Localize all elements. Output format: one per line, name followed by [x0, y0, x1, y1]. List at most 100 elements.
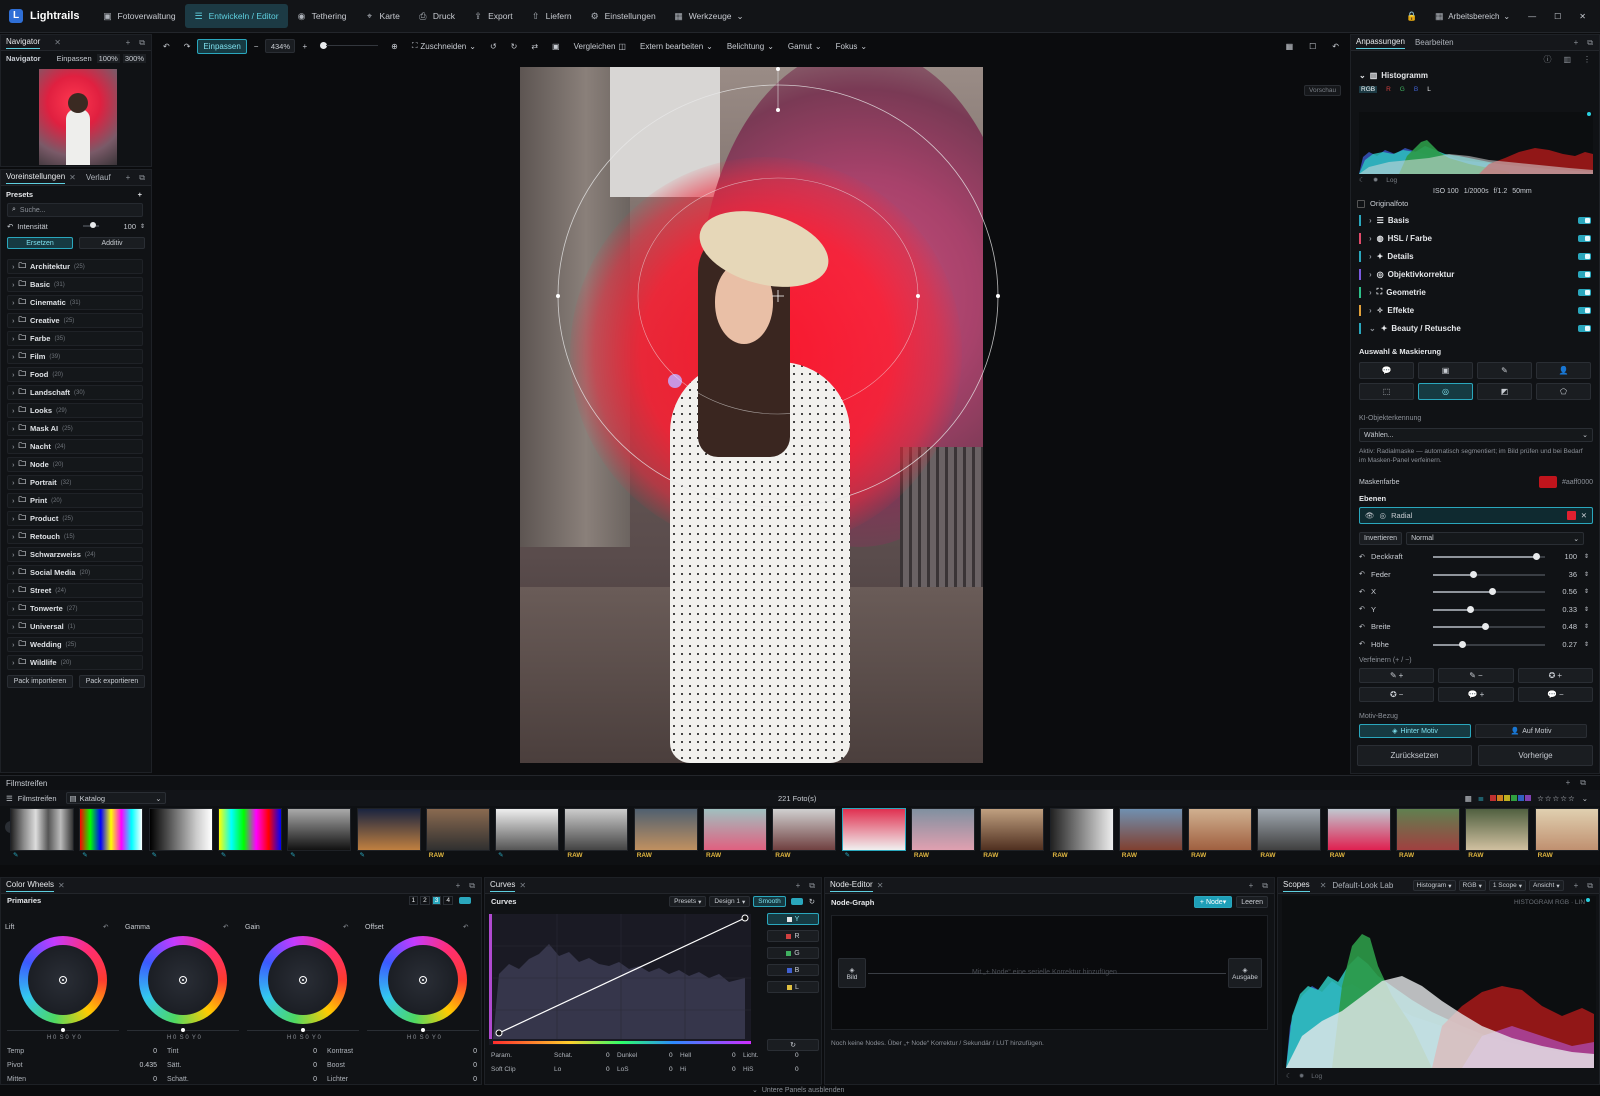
histogram-clip-marker[interactable] — [1587, 112, 1591, 116]
curve-param-value[interactable]: 0 — [795, 1066, 799, 1073]
preset-folder[interactable]: › 🗀 Wildlife (20) — [7, 655, 143, 670]
tab-history[interactable]: Verlauf — [86, 173, 111, 182]
param-value[interactable]: 0 — [427, 1048, 477, 1055]
slider-track[interactable] — [1433, 570, 1545, 578]
chevron-down-icon[interactable]: ⌄ — [1359, 71, 1366, 80]
tab-edit[interactable]: Bearbeiten — [1415, 38, 1454, 47]
filmstrip-thumbnail[interactable]: RAW — [1465, 808, 1530, 859]
filmstrip-thumbnail[interactable]: ✎ — [356, 808, 421, 859]
person-tool-button[interactable]: 👤 — [1536, 362, 1591, 379]
preset-folder[interactable]: › 🗀 Portrait (32) — [7, 475, 143, 490]
preset-folder[interactable]: › 🗀 Mask AI (25) — [7, 421, 143, 436]
color-label-filter[interactable] — [1490, 795, 1497, 801]
close-icon[interactable]: ✕ — [54, 38, 61, 47]
nav-liefern[interactable]: ⇧ Liefern — [522, 4, 581, 28]
filmstrip-thumbnail[interactable]: RAW — [980, 808, 1045, 859]
input-node[interactable]: ◈ Bild — [838, 958, 866, 988]
search-field[interactable]: ⌕ Suche... — [7, 203, 143, 217]
chevron-down-icon[interactable]: ⌄ — [1582, 794, 1588, 803]
tab-scopes[interactable]: Scopes — [1283, 880, 1310, 892]
scope-space-select[interactable]: RGB ▾ — [1458, 880, 1486, 891]
mask-handle-top-outer[interactable] — [776, 67, 780, 71]
wheels-toggle[interactable] — [459, 897, 471, 904]
chevron-right-icon[interactable]: › — [12, 640, 15, 649]
slider-track[interactable] — [1433, 623, 1545, 630]
add-icon[interactable]: + — [126, 38, 131, 48]
minimize-icon[interactable]: — — [1528, 12, 1536, 21]
reset-icon[interactable]: ↻ — [809, 897, 815, 906]
rect-tool-button[interactable]: ⬚ — [1359, 383, 1414, 400]
tab-adjustments[interactable]: Anpassungen — [1356, 37, 1405, 49]
slider-knob[interactable] — [1459, 640, 1467, 648]
refine-button[interactable]: ✎ − — [1438, 668, 1514, 683]
behind-subject-button[interactable]: ◈ Hinter Motiv — [1359, 724, 1471, 738]
add-node-button[interactable]: + Node ▾ — [1193, 896, 1233, 908]
brush-tool-button[interactable]: ✎ — [1477, 362, 1532, 379]
nav-werkzeuge[interactable]: ▦ Werkzeuge ⌄ — [665, 4, 753, 28]
popout-icon[interactable]: ⧉ — [809, 881, 815, 891]
filmstrip-thumbnail[interactable]: ✎ — [10, 808, 74, 859]
chevron-right-icon[interactable]: › — [12, 604, 15, 613]
layer-radial[interactable]: 👁 ◎ Radial ✕ — [1359, 507, 1593, 524]
param-value[interactable]: 0 — [267, 1062, 317, 1069]
sun-icon[interactable]: ✹ — [1373, 176, 1378, 184]
slider-track[interactable] — [1433, 640, 1545, 648]
reset-icon[interactable]: ↶ — [343, 923, 348, 931]
preset-folder[interactable]: › 🗀 Film (39) — [7, 349, 143, 364]
color-label-filter[interactable] — [1518, 795, 1525, 801]
clear-nodes-button[interactable]: Leeren — [1236, 896, 1268, 908]
moon-icon[interactable]: ☾ — [1286, 1072, 1292, 1080]
filmstrip-thumbnail[interactable]: ✎ — [287, 808, 352, 859]
histogram-channel-b[interactable]: B — [1414, 86, 1418, 93]
add-icon[interactable]: + — [1574, 881, 1579, 891]
exposure-menu[interactable]: Belichtung ⌄ — [720, 42, 781, 51]
scope-view-select[interactable]: Ansicht ▾ — [1529, 880, 1564, 891]
additive-button[interactable]: Additiv — [79, 237, 145, 249]
param-value[interactable]: 0 — [107, 1048, 157, 1055]
wheel-page-button[interactable]: 3 — [431, 896, 442, 905]
add-icon[interactable]: + — [126, 173, 131, 183]
preset-folder[interactable]: › 🗀 Farbe (35) — [7, 331, 143, 346]
filmstrip-thumbnail[interactable]: RAW — [703, 808, 767, 859]
filmstrip-thumbnail[interactable]: RAW — [1326, 808, 1391, 859]
import-pack-button[interactable]: Pack importieren — [7, 675, 73, 688]
chevron-right-icon[interactable]: › — [12, 280, 15, 289]
output-node[interactable]: ◈ Ausgabe — [1228, 958, 1262, 988]
chevron-right-icon[interactable]: › — [12, 370, 15, 379]
fit-button[interactable]: Einpassen — [197, 38, 247, 54]
param-value[interactable]: 0 — [427, 1076, 477, 1083]
section-basis[interactable]: › ☰ Basis — [1351, 211, 1599, 229]
chevron-right-icon[interactable]: › — [12, 568, 15, 577]
rating-filter[interactable]: ☆☆☆☆☆ — [1537, 794, 1576, 803]
sun-icon[interactable]: ✹ — [1299, 1072, 1304, 1080]
close-icon[interactable]: ✕ — [58, 881, 65, 890]
tab-node-editor[interactable]: Node-Editor — [830, 880, 873, 892]
reset-icon[interactable]: ↶ — [223, 923, 228, 931]
filmstrip-thumbnail[interactable]: RAW — [910, 808, 975, 859]
section-objektivkorrektur[interactable]: › ◎ Objektivkorrektur — [1351, 265, 1599, 283]
wheel-puck[interactable] — [179, 976, 187, 984]
color-wheel-lift[interactable] — [19, 936, 107, 1024]
preset-folder[interactable]: › 🗀 Architektur (25) — [7, 259, 143, 274]
filmstrip-thumbnail[interactable]: ✎ — [79, 808, 144, 859]
intensity-knob[interactable] — [89, 222, 96, 228]
replace-button[interactable]: Ersetzen — [7, 237, 73, 249]
grid-view-icon[interactable]: ▦ — [1465, 794, 1472, 803]
wheel-puck[interactable] — [59, 976, 67, 984]
curve-param-value[interactable]: 0 — [606, 1052, 610, 1059]
polygon-tool-button[interactable]: ⬠ — [1536, 383, 1591, 400]
param-value[interactable]: 0 — [267, 1076, 317, 1083]
magnify-icon[interactable]: ⊕ — [384, 42, 405, 51]
curve-channel-y[interactable]: Y — [767, 913, 819, 925]
preset-folder[interactable]: › 🗀 Product (25) — [7, 511, 143, 526]
reset-icon[interactable]: ↶ — [1359, 570, 1365, 578]
node-canvas[interactable]: ◈ Bild Mit „+ Node“ eine serielle Korrekt… — [831, 915, 1268, 1030]
invert-button[interactable]: Invertieren — [1359, 532, 1403, 545]
add-icon[interactable]: + — [1249, 881, 1254, 891]
chevron-right-icon[interactable]: › — [12, 532, 15, 541]
rotate-left-icon[interactable]: ↺ — [483, 42, 504, 51]
color-label-filter[interactable] — [1511, 795, 1518, 801]
popout-icon[interactable]: ⧉ — [139, 173, 145, 183]
preset-folder[interactable]: › 🗀 Wedding (25) — [7, 637, 143, 652]
section-effekte[interactable]: › ✧ Effekte — [1351, 301, 1599, 319]
